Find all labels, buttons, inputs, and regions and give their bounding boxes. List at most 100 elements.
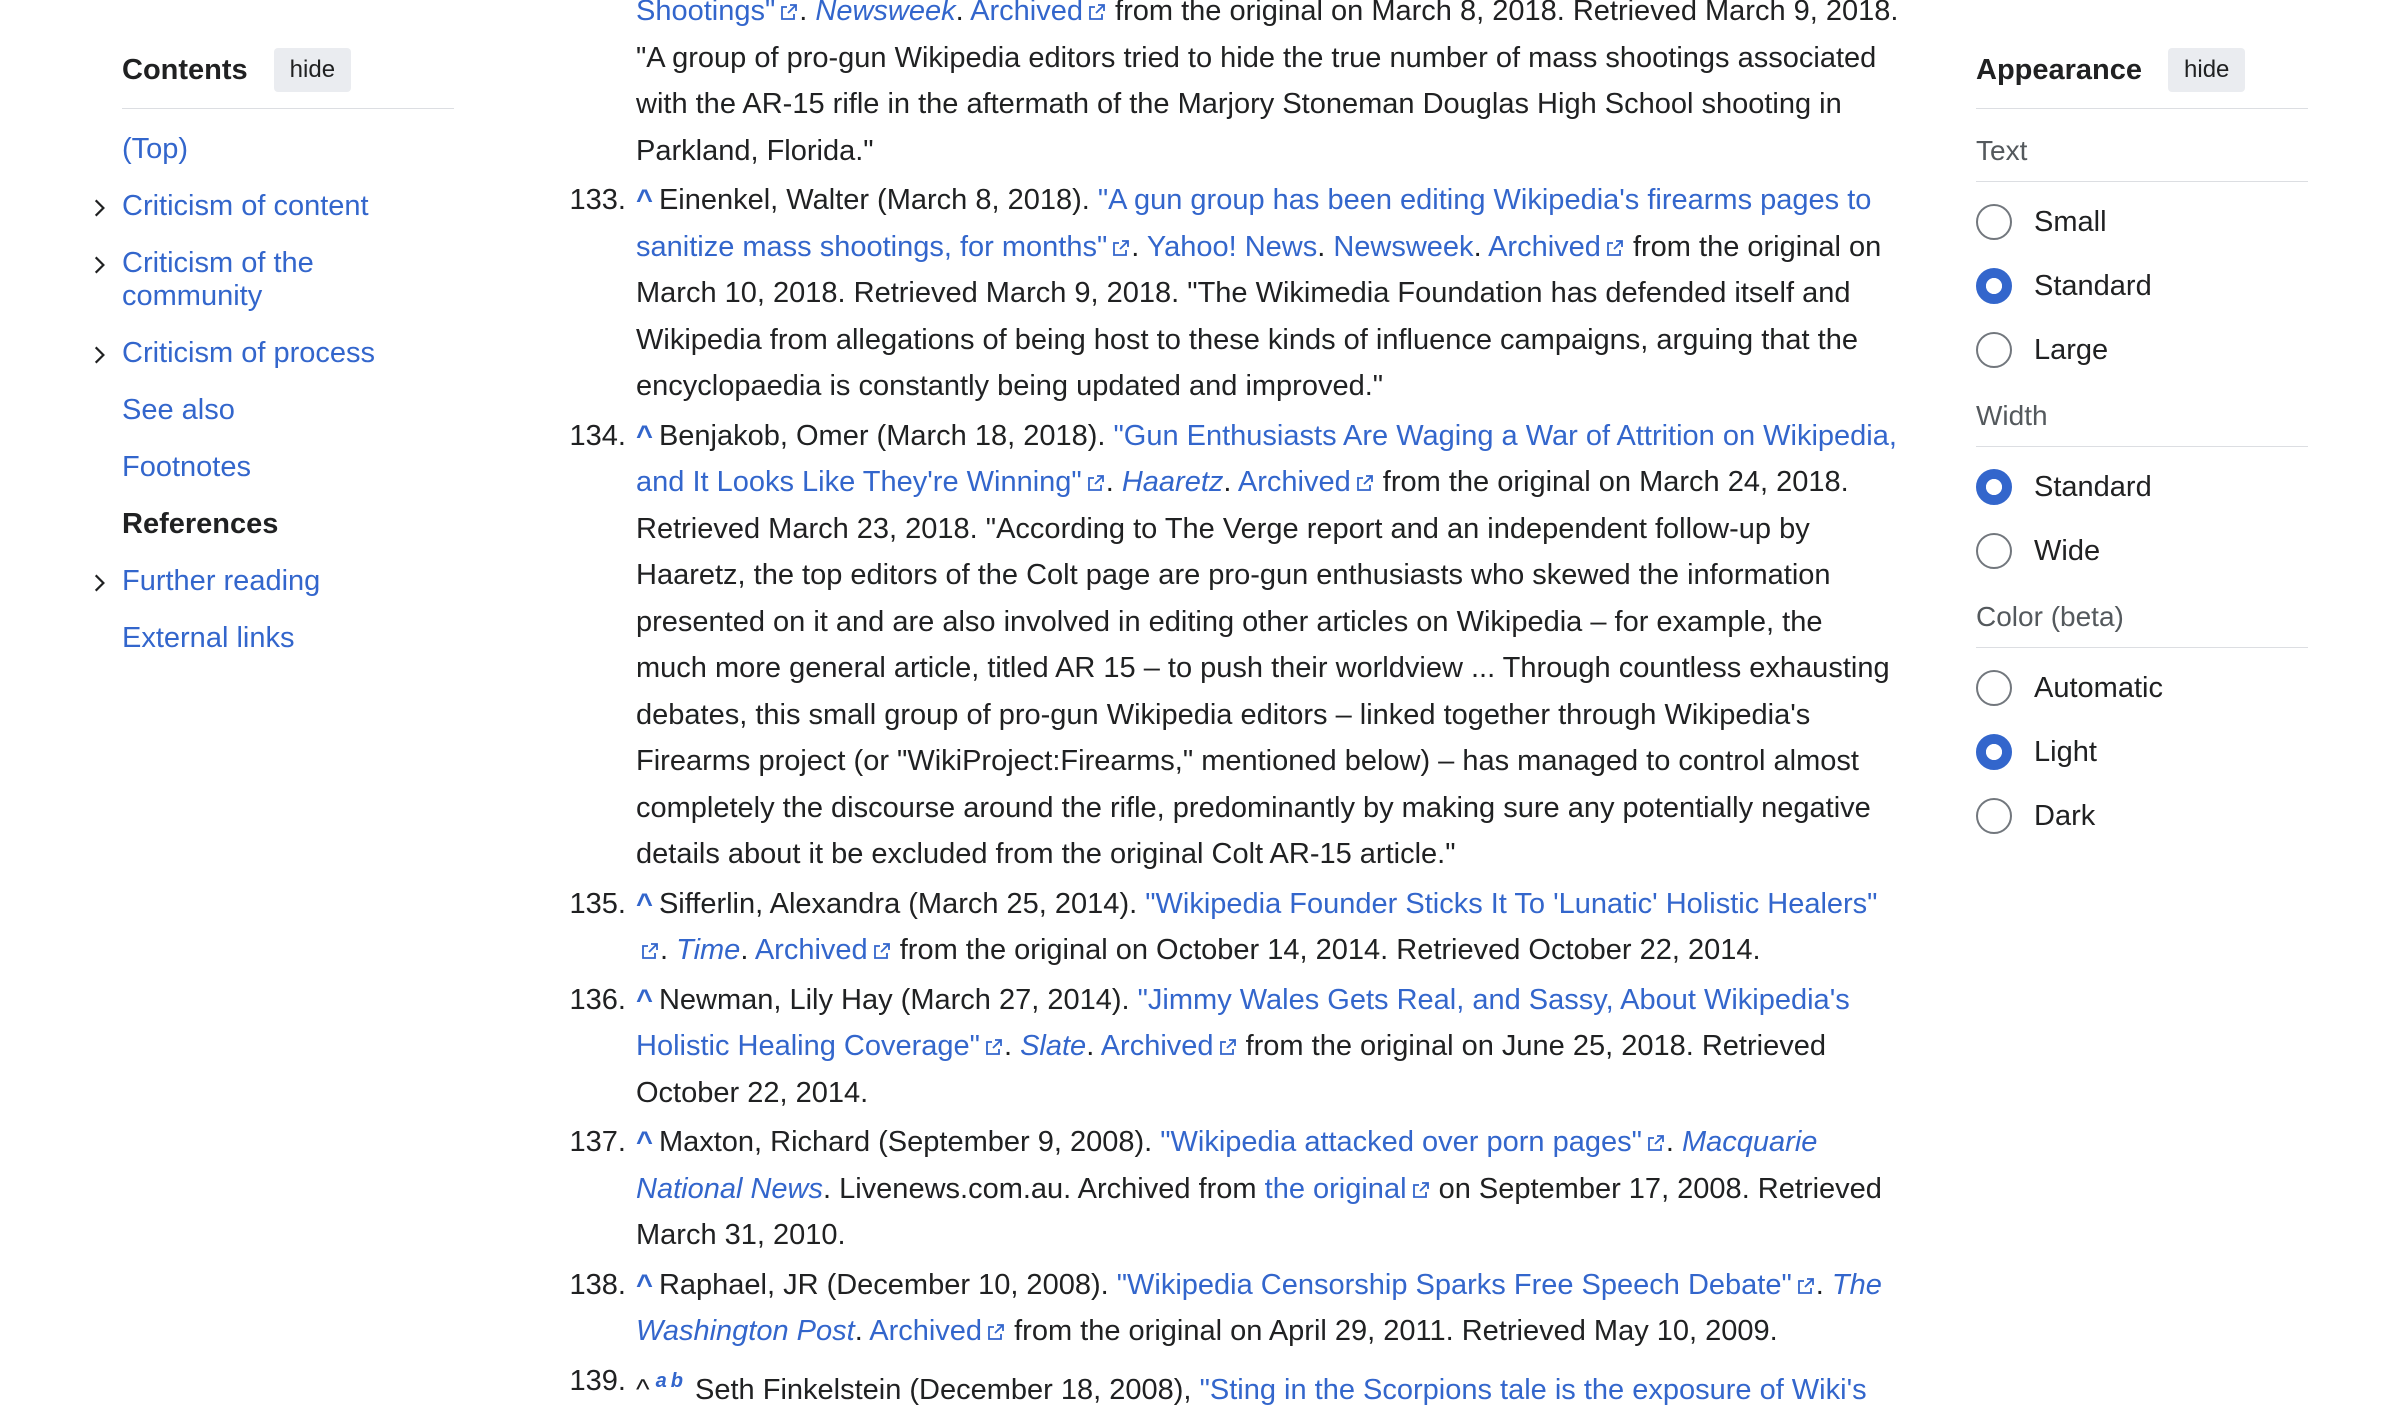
radio-label[interactable]: Standard	[2034, 471, 2152, 504]
archived-link[interactable]: Archived	[970, 0, 1083, 27]
publication-link[interactable]: Haaretz	[1122, 466, 1224, 498]
reference-number: 138.	[569, 1268, 626, 1301]
external-link-icon	[1218, 1037, 1238, 1057]
chevron-right-icon[interactable]	[88, 569, 110, 592]
reference-title-link[interactable]: "Sting in the Scorpions tale is the expo…	[1200, 1374, 1867, 1406]
publication-link[interactable]: Newsweek	[815, 0, 955, 27]
radio-color-light[interactable]: Light	[1976, 728, 2308, 776]
backlink-caret[interactable]: ^	[636, 420, 653, 452]
toc-item-criticism-of-content[interactable]: Criticism of content	[94, 190, 454, 223]
radio-button[interactable]	[1976, 533, 2012, 569]
radio-color-automatic[interactable]: Automatic	[1976, 664, 2308, 712]
publication-link[interactable]: Time	[676, 934, 740, 966]
toc-item-label[interactable]: Criticism of the community	[122, 247, 352, 313]
external-link-icon	[1646, 1133, 1666, 1153]
radio-button-checked[interactable]	[1976, 734, 2012, 770]
original-link[interactable]: the original	[1265, 1173, 1407, 1205]
radio-button[interactable]	[1976, 332, 2012, 368]
reference-text: from the original on October 14, 2014. R…	[899, 934, 1761, 966]
toc-item-label[interactable]: External links	[122, 622, 294, 654]
backlink-a[interactable]: a	[656, 1370, 667, 1392]
toc-item-label[interactable]: Further reading	[122, 565, 320, 597]
chevron-right-icon[interactable]	[88, 341, 110, 364]
external-link-icon	[640, 941, 660, 961]
toc-item-see-also[interactable]: See also	[122, 394, 454, 427]
radio-button[interactable]	[1976, 204, 2012, 240]
toc-item-label[interactable]: See also	[122, 394, 235, 426]
width-label: Width	[1976, 400, 2308, 447]
toc-item-top[interactable]: (Top)	[122, 133, 454, 166]
publication-link[interactable]: Slate	[1020, 1030, 1086, 1062]
backlink-caret[interactable]: ^	[636, 888, 653, 920]
radio-width-wide[interactable]: Wide	[1976, 527, 2308, 575]
reference-132: Shootings". Newsweek. Archived from the …	[560, 0, 1900, 174]
radio-label[interactable]: Standard	[2034, 270, 2152, 303]
external-link-icon	[1355, 473, 1375, 493]
backlink-caret[interactable]: ^	[636, 1126, 653, 1158]
toc-item-criticism-of-process[interactable]: Criticism of process	[94, 337, 454, 370]
archived-link[interactable]: Archived	[755, 934, 868, 966]
reference-title-link[interactable]: "Wikipedia Censorship Sparks Free Speech…	[1117, 1269, 1792, 1301]
radio-text-small[interactable]: Small	[1976, 198, 2308, 246]
reference-text: from the original on April 29, 2011. Ret…	[1014, 1315, 1778, 1347]
external-link-icon	[1411, 1180, 1431, 1200]
reference-title-link[interactable]: "Wikipedia Founder Sticks It To 'Lunatic…	[1145, 888, 1877, 920]
radio-color-dark[interactable]: Dark	[1976, 792, 2308, 840]
radio-text-large[interactable]: Large	[1976, 326, 2308, 374]
reference-text: on September 17, 2008. Retrieved March 3…	[636, 1172, 1882, 1252]
chevron-right-icon[interactable]	[88, 194, 110, 217]
radio-button[interactable]	[1976, 798, 2012, 834]
reference-author: Benjakob, Omer (March 18, 2018).	[658, 419, 1106, 452]
radio-button-checked[interactable]	[1976, 469, 2012, 505]
archived-link[interactable]: Archived	[1488, 231, 1601, 263]
reference-text: from the original on March 24, 2018. Ret…	[636, 466, 1890, 870]
backlink-caret[interactable]: ^	[636, 184, 653, 216]
radio-label[interactable]: Dark	[2034, 800, 2095, 833]
external-link-icon	[1111, 238, 1131, 258]
radio-button[interactable]	[1976, 670, 2012, 706]
toc-item-label[interactable]: Criticism of process	[122, 337, 375, 369]
toc-item-label[interactable]: (Top)	[122, 133, 188, 165]
backlink-b[interactable]: b	[671, 1370, 683, 1392]
backlink-caret[interactable]: ^	[636, 1269, 653, 1301]
appearance-header: Appearance hide	[1976, 48, 2308, 109]
toc-item-label[interactable]: Footnotes	[122, 451, 251, 483]
external-link-icon	[984, 1037, 1004, 1057]
archived-link[interactable]: Archived	[1101, 1030, 1214, 1062]
reference-author: Sifferlin, Alexandra (March 25, 2014).	[658, 887, 1138, 920]
chevron-right-icon[interactable]	[88, 251, 110, 274]
reference-title-link[interactable]: "Wikipedia attacked over porn pages"	[1160, 1126, 1642, 1158]
radio-width-standard[interactable]: Standard	[1976, 463, 2308, 511]
publisher-link[interactable]: Yahoo! News	[1147, 231, 1317, 263]
archived-link[interactable]: Archived	[1238, 466, 1351, 498]
radio-button-checked[interactable]	[1976, 268, 2012, 304]
archived-link[interactable]: Archived	[869, 1315, 982, 1347]
radio-label[interactable]: Small	[2034, 206, 2107, 239]
reference-title-link[interactable]: Shootings"	[636, 0, 775, 27]
reference-text: Livenews.com.au. Archived from	[839, 1172, 1257, 1205]
toc-item-references[interactable]: References	[122, 508, 454, 541]
reference-137: 137. ^ Maxton, Richard (September 9, 2008…	[560, 1119, 1900, 1259]
toc-item-footnotes[interactable]: Footnotes	[122, 451, 454, 484]
toc-item-label[interactable]: References	[122, 508, 278, 540]
radio-label[interactable]: Wide	[2034, 535, 2100, 568]
reference-133: 133. ^ Einenkel, Walter (March 8, 2018). …	[560, 177, 1900, 410]
toc-hide-button[interactable]: hide	[273, 48, 352, 92]
table-of-contents: Contents hide (Top) Criticism of content…	[94, 48, 454, 679]
radio-label[interactable]: Large	[2034, 334, 2108, 367]
reference-author: Seth Finkelstein (December 18, 2008),	[695, 1373, 1192, 1406]
backlink-caret[interactable]: ^	[636, 984, 653, 1016]
reference-134: 134. ^ Benjakob, Omer (March 18, 2018). "…	[560, 413, 1900, 878]
radio-text-standard[interactable]: Standard	[1976, 262, 2308, 310]
reference-author: Einenkel, Walter (March 8, 2018).	[658, 184, 1090, 216]
toc-item-criticism-of-the-community[interactable]: Criticism of the community	[94, 247, 454, 313]
toc-item-further-reading[interactable]: Further reading	[94, 565, 454, 598]
toc-item-external-links[interactable]: External links	[122, 622, 454, 655]
color-label: Color (beta)	[1976, 601, 2308, 648]
radio-label[interactable]: Automatic	[2034, 672, 2163, 705]
toc-item-label[interactable]: Criticism of content	[122, 190, 369, 222]
external-link-icon	[1086, 473, 1106, 493]
appearance-hide-button[interactable]: hide	[2168, 48, 2246, 92]
radio-label[interactable]: Light	[2034, 736, 2097, 769]
publication-link[interactable]: Newsweek	[1333, 231, 1473, 263]
